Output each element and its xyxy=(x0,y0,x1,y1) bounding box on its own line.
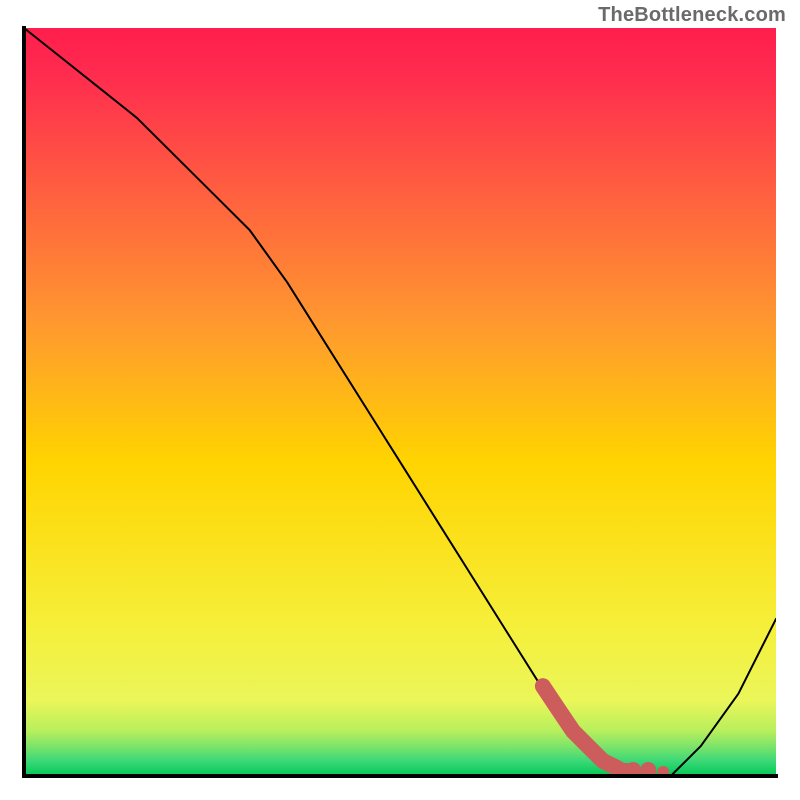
heatmap-background xyxy=(24,28,776,776)
chart-stage: TheBottleneck.com xyxy=(0,0,800,800)
watermark-text: TheBottleneck.com xyxy=(598,4,786,27)
chart-canvas xyxy=(0,0,800,800)
